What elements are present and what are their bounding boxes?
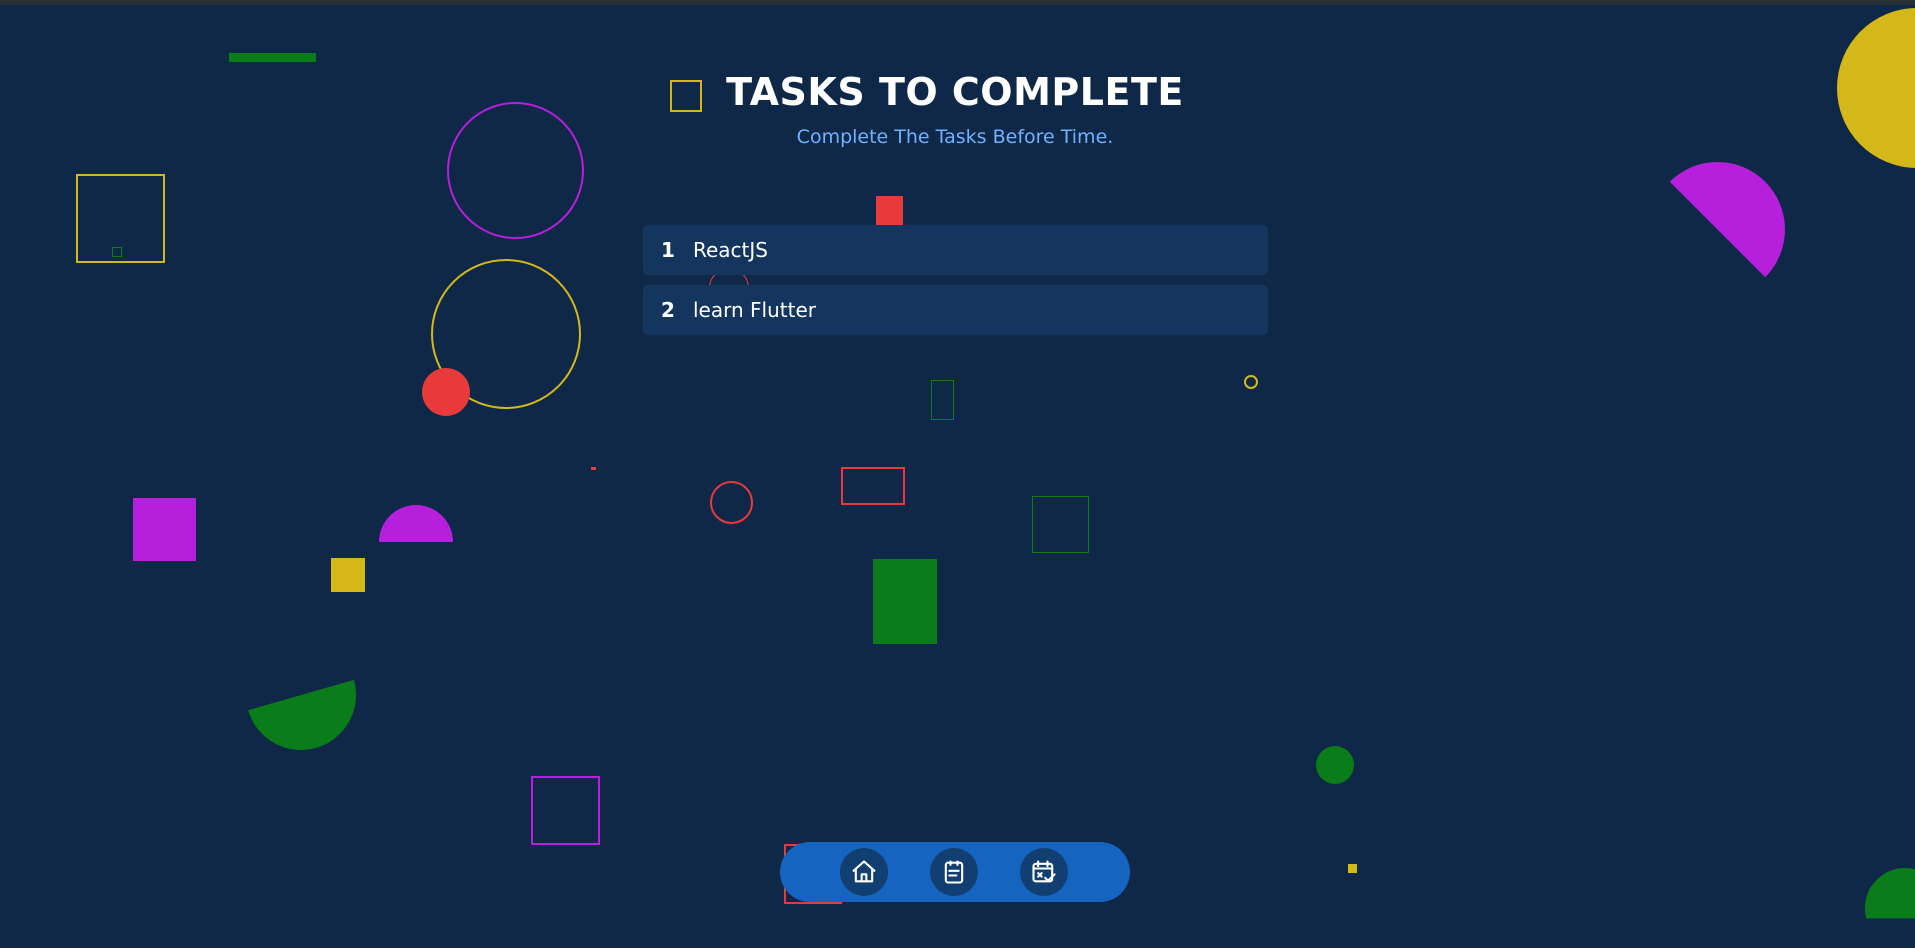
decor-green-rect bbox=[873, 559, 937, 644]
decor-purple-square-outline bbox=[531, 776, 600, 845]
decor-green-corner-circle bbox=[1865, 868, 1915, 919]
decor-small-green-square-outline bbox=[112, 247, 122, 257]
decor-red-circle-outline-2 bbox=[710, 481, 753, 524]
window-top-bar bbox=[0, 0, 1915, 5]
decor-yellow-dot bbox=[1348, 864, 1357, 873]
decor-yellow-dot-outline bbox=[1244, 375, 1258, 389]
page-subtitle: Complete The Tasks Before Time. bbox=[796, 126, 1114, 148]
nav-home-button[interactable] bbox=[840, 848, 888, 896]
decor-purple-circle-outline bbox=[447, 102, 584, 239]
nav-completed-button[interactable] bbox=[1020, 848, 1068, 896]
task-item[interactable]: 2 learn Flutter bbox=[643, 285, 1268, 335]
calendar-check-icon bbox=[1032, 860, 1056, 883]
task-list: 1 ReactJS 2 learn Flutter bbox=[643, 225, 1268, 345]
clipboard-icon bbox=[944, 860, 964, 884]
decor-green-bar bbox=[229, 53, 316, 62]
home-icon bbox=[852, 860, 876, 883]
decor-tiny-red-mark bbox=[591, 467, 596, 470]
task-label: ReactJS bbox=[693, 238, 768, 262]
task-label: learn Flutter bbox=[693, 298, 816, 322]
bottom-nav bbox=[780, 842, 1130, 902]
decor-purple-square bbox=[133, 498, 196, 561]
page-title: TASKS TO COMPLETE bbox=[726, 70, 1184, 114]
decor-purple-big-half-circle bbox=[1650, 162, 1785, 297]
decor-yellow-big-circle bbox=[1837, 8, 1915, 168]
decor-purple-half-circle bbox=[379, 505, 453, 542]
task-item[interactable]: 1 ReactJS bbox=[643, 225, 1268, 275]
task-number: 2 bbox=[661, 298, 675, 322]
decor-green-rect-outline bbox=[931, 380, 954, 420]
decor-green-square-outline bbox=[1032, 496, 1089, 553]
decor-red-rect-outline bbox=[841, 467, 905, 505]
decor-green-half-circle bbox=[248, 679, 370, 764]
page-header: TASKS TO COMPLETE Complete The Tasks Bef… bbox=[640, 70, 1270, 148]
decor-green-circle bbox=[1316, 746, 1354, 784]
nav-tasks-button[interactable] bbox=[930, 848, 978, 896]
task-number: 1 bbox=[661, 238, 675, 262]
decor-yellow-square bbox=[331, 558, 365, 592]
decor-red-circle bbox=[422, 368, 470, 416]
